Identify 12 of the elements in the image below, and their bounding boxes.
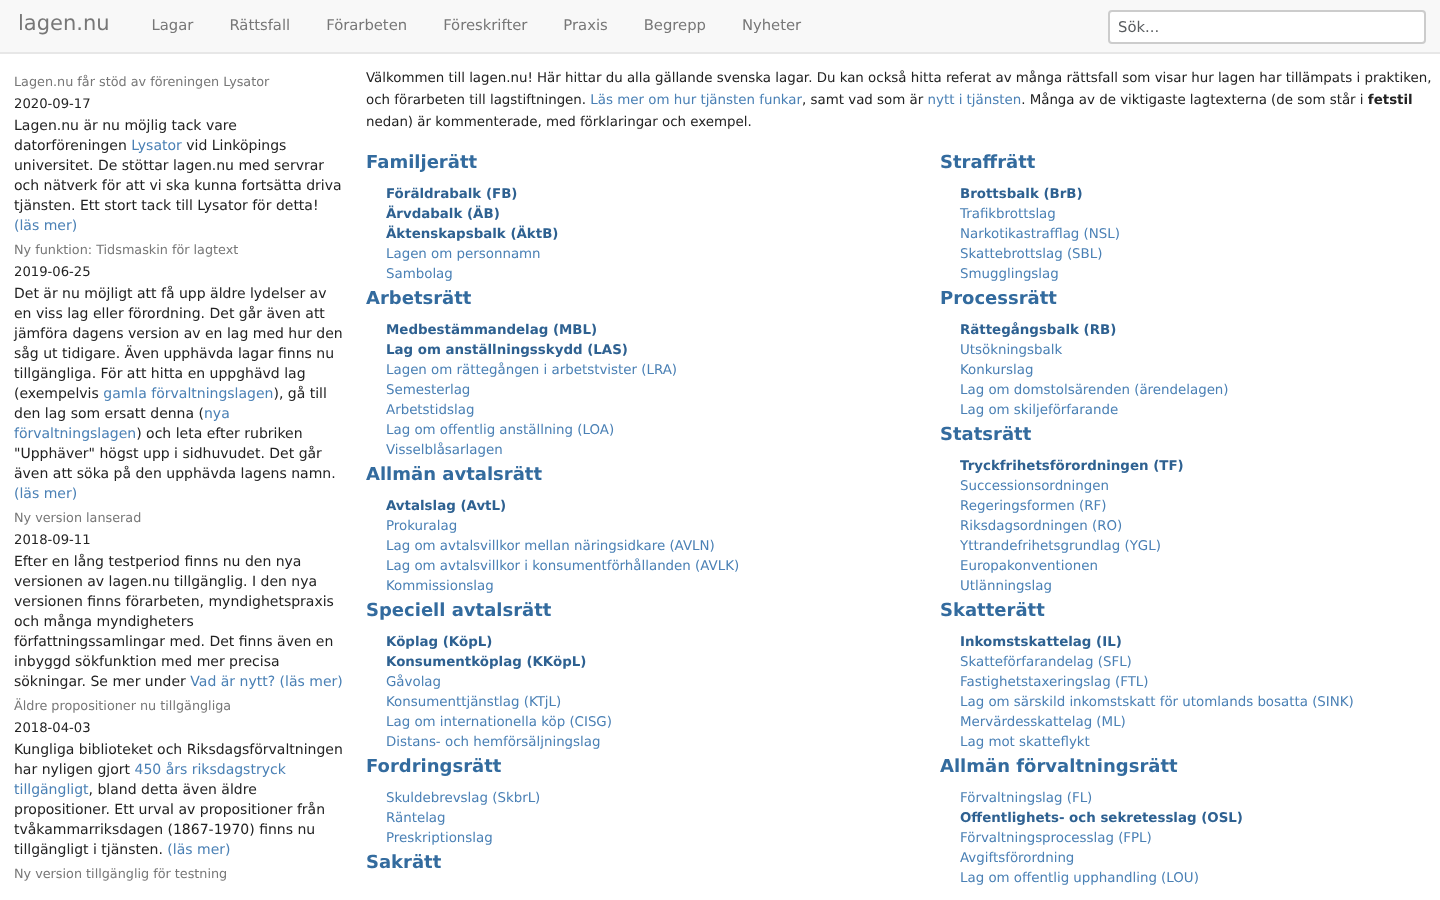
section-heading: Straffrätt	[940, 152, 1038, 176]
section-heading: Statsrätt	[940, 424, 1034, 448]
section-heading: Skatterätt	[940, 600, 1047, 624]
section-heading: Arbetsrätt	[366, 288, 474, 312]
section-heading: Familjerätt	[366, 152, 480, 176]
section-heading: Speciell avtalsrätt	[366, 600, 554, 624]
section-heading: Allmän förvaltningsrätt	[940, 756, 1180, 780]
section-heading: Allmän avtalsrätt	[366, 464, 545, 488]
section-heading: Fordringsrätt	[366, 756, 504, 780]
section-heading: Sakrätt	[366, 852, 444, 876]
site-logo[interactable]: lagen.nu	[18, 10, 110, 42]
section-heading: Processrätt	[940, 288, 1059, 312]
